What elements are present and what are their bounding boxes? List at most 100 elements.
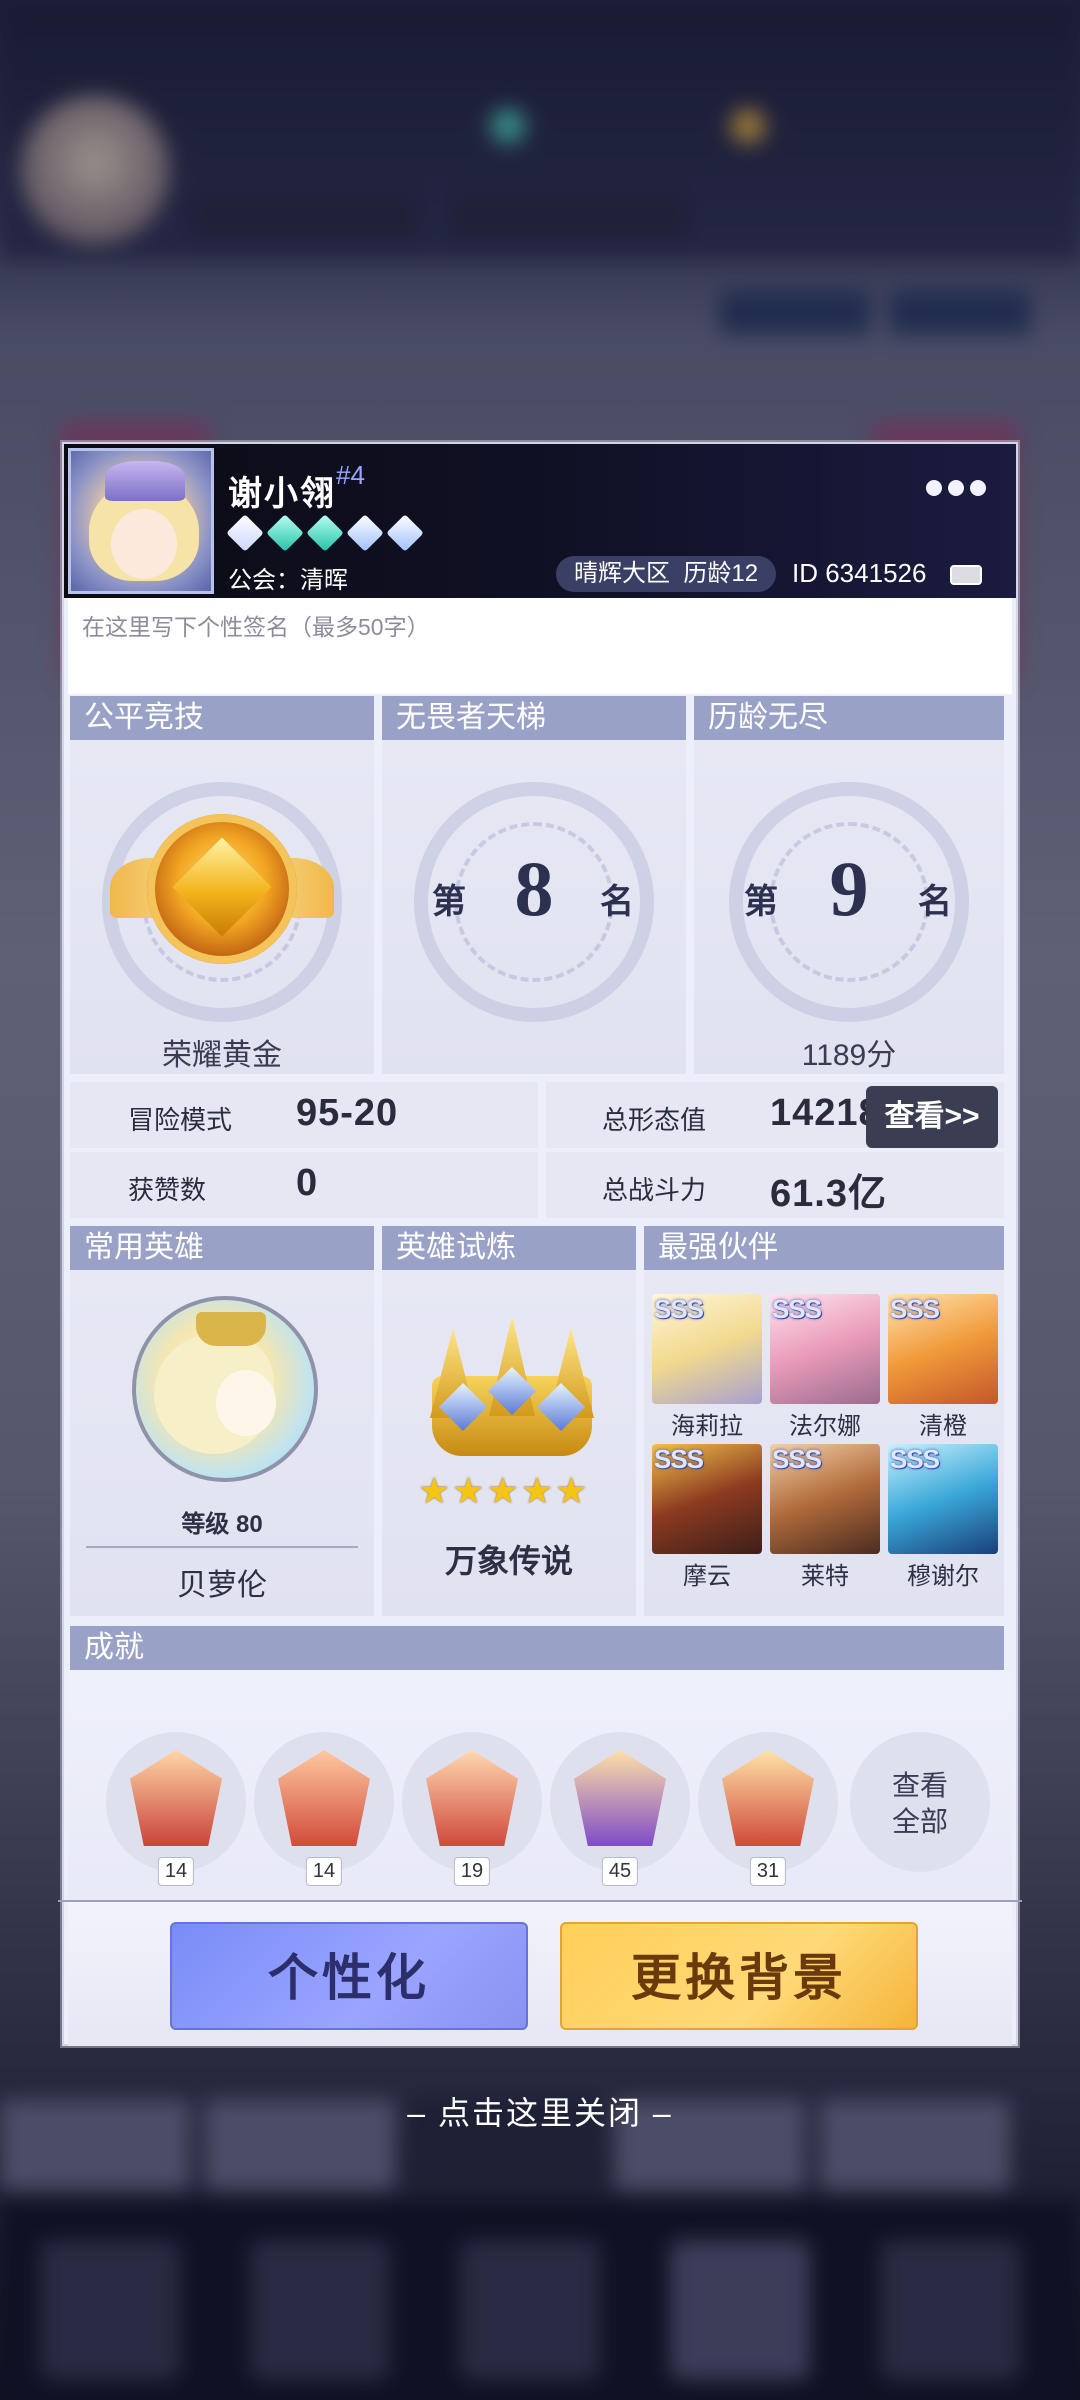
- endless-rank-card[interactable]: 第 9 名 1189分: [694, 740, 1004, 1074]
- achievement-icon: [130, 1750, 222, 1846]
- personalize-button[interactable]: 个性化: [170, 1922, 528, 2030]
- achievement-icon: [426, 1750, 518, 1846]
- likes-value: 0: [296, 1162, 319, 1204]
- signature-field[interactable]: 在这里写下个性签名（最多50字）: [68, 598, 1012, 694]
- ladder-place: 8: [514, 845, 554, 932]
- star-icon: ★: [520, 1470, 554, 1511]
- diamond-icon: [386, 514, 424, 552]
- common-hero-card[interactable]: 等级 80 贝萝伦: [70, 1270, 374, 1616]
- view-details-button[interactable]: 查看>>: [866, 1086, 998, 1148]
- copy-id-icon[interactable]: [950, 565, 982, 585]
- partner-name: 摩云: [683, 1563, 731, 1590]
- achievement-icon: [574, 1750, 666, 1846]
- more-options-icon[interactable]: [926, 480, 986, 496]
- account-age: 历龄12: [683, 560, 759, 587]
- player-profile-panel: 谢小翎 #4 公会：清晖 晴辉大区 历龄12 ID 6341526 在这里写下个…: [58, 442, 1022, 2046]
- adventure-row: 冒险模式 95-20: [70, 1082, 538, 1148]
- partner-portrait: SSS: [770, 1444, 880, 1554]
- achievement-badge[interactable]: 14: [254, 1732, 394, 1886]
- achievement-icon: [278, 1750, 370, 1846]
- section-hero-trial: 英雄试炼: [382, 1226, 636, 1270]
- hero-trial-card[interactable]: ★ ★ ★ ★ ★ 万象传说: [382, 1270, 636, 1616]
- power-row: 总战斗力 61.3亿: [546, 1152, 1004, 1218]
- server-badge: 晴辉大区 历龄12: [556, 556, 777, 592]
- partner-card[interactable]: SSS 法尔娜: [770, 1294, 880, 1441]
- partner-name: 清橙: [919, 1413, 967, 1440]
- power-label: 总战斗力: [602, 1175, 707, 1205]
- partner-grade: SSS: [890, 1444, 940, 1474]
- achievement-count: 14: [157, 1857, 195, 1886]
- ladder-rank-card[interactable]: 第 8 名: [382, 740, 686, 1074]
- section-fair-arena: 公平竞技: [70, 696, 374, 740]
- view-all-achievements-button[interactable]: 查看全部: [850, 1732, 990, 1872]
- achievement-count: 19: [453, 1857, 491, 1886]
- star-icon: ★: [555, 1470, 588, 1511]
- achievement-count: 45: [601, 1857, 639, 1886]
- change-background-button[interactable]: 更换背景: [560, 1922, 918, 2030]
- adventure-value: 95-20: [296, 1092, 399, 1134]
- achievement-badge[interactable]: 14: [106, 1732, 246, 1886]
- player-rank-tag: #4: [336, 460, 365, 490]
- section-achievements: 成就: [70, 1626, 1004, 1670]
- achievement-badge[interactable]: 19: [402, 1732, 542, 1886]
- rank-tier-label: 荣耀黄金: [162, 1039, 282, 1072]
- form-label: 总形态值: [602, 1105, 707, 1135]
- partner-card[interactable]: SSS 莱特: [770, 1444, 880, 1591]
- partner-card[interactable]: SSS 摩云: [652, 1444, 762, 1591]
- hero-portrait: [132, 1296, 318, 1482]
- partner-grade: SSS: [654, 1444, 704, 1474]
- divider: [86, 1546, 358, 1548]
- trial-label: 万象传说: [444, 1543, 573, 1579]
- partner-grade: SSS: [890, 1294, 940, 1324]
- achievement-badge[interactable]: 45: [550, 1732, 690, 1886]
- player-id: ID 6341526: [792, 558, 927, 588]
- achievements-row: 14 14 19 45 31 查看全部: [68, 1670, 1012, 1920]
- partner-name: 莱特: [801, 1563, 849, 1590]
- diamond-icon: [226, 514, 264, 552]
- form-row: 总形态值 142182 查看>>: [546, 1082, 1004, 1148]
- vip-diamonds: [226, 514, 424, 552]
- partner-card[interactable]: SSS 清橙: [888, 1294, 998, 1441]
- guild-name: 公会：清晖: [228, 567, 348, 594]
- partner-card[interactable]: SSS 穆谢尔: [888, 1444, 998, 1591]
- star-icon: ★: [452, 1470, 485, 1511]
- endless-place: 9: [829, 845, 869, 932]
- partner-grade: SSS: [772, 1444, 822, 1474]
- partner-portrait: SSS: [652, 1294, 762, 1404]
- diamond-icon: [266, 514, 304, 552]
- achievement-icon: [722, 1750, 814, 1846]
- adventure-label: 冒险模式: [128, 1105, 233, 1135]
- player-avatar[interactable]: [68, 448, 214, 594]
- achievement-badge[interactable]: 31: [698, 1732, 838, 1886]
- partner-grade: SSS: [772, 1294, 822, 1324]
- partner-grade: SSS: [654, 1294, 704, 1324]
- partners-card: SSS 海莉拉 SSS 法尔娜 SSS 清橙 SSS 摩云 SSS 莱特 SSS…: [644, 1270, 1004, 1616]
- partner-card[interactable]: SSS 海莉拉: [652, 1294, 762, 1441]
- partner-portrait: SSS: [770, 1294, 880, 1404]
- signature-placeholder: 在这里写下个性签名（最多50字）: [82, 614, 430, 640]
- profile-footer: 个性化 更换背景: [68, 1902, 1012, 2046]
- likes-label: 获赞数: [128, 1175, 207, 1205]
- partner-portrait: SSS: [888, 1294, 998, 1404]
- star-icon: ★: [486, 1470, 519, 1511]
- partner-name: 海莉拉: [671, 1413, 743, 1440]
- section-ladder: 无畏者天梯: [382, 696, 686, 740]
- diamond-icon: [306, 514, 344, 552]
- section-endless: 历龄无尽: [694, 696, 1004, 740]
- section-partners: 最强伙伴: [644, 1226, 1004, 1270]
- achievement-count: 31: [749, 1857, 787, 1886]
- close-hint-button[interactable]: – 点击这里关闭 –: [0, 2088, 1080, 2134]
- star-icon: ★: [418, 1470, 451, 1511]
- achievement-count: 14: [305, 1857, 343, 1886]
- hero-level: 等级 80: [181, 1511, 263, 1538]
- partner-portrait: SSS: [888, 1444, 998, 1554]
- server-name: 晴辉大区: [574, 560, 670, 587]
- partner-name: 穆谢尔: [907, 1563, 979, 1590]
- hero-name: 贝萝伦: [177, 1569, 267, 1602]
- rank-suffix: 名: [600, 883, 634, 921]
- section-common-hero: 常用英雄: [70, 1226, 374, 1270]
- partner-portrait: SSS: [652, 1444, 762, 1554]
- fair-arena-rank-card[interactable]: 荣耀黄金: [70, 740, 374, 1074]
- diamond-icon: [346, 514, 384, 552]
- partner-name: 法尔娜: [789, 1413, 861, 1440]
